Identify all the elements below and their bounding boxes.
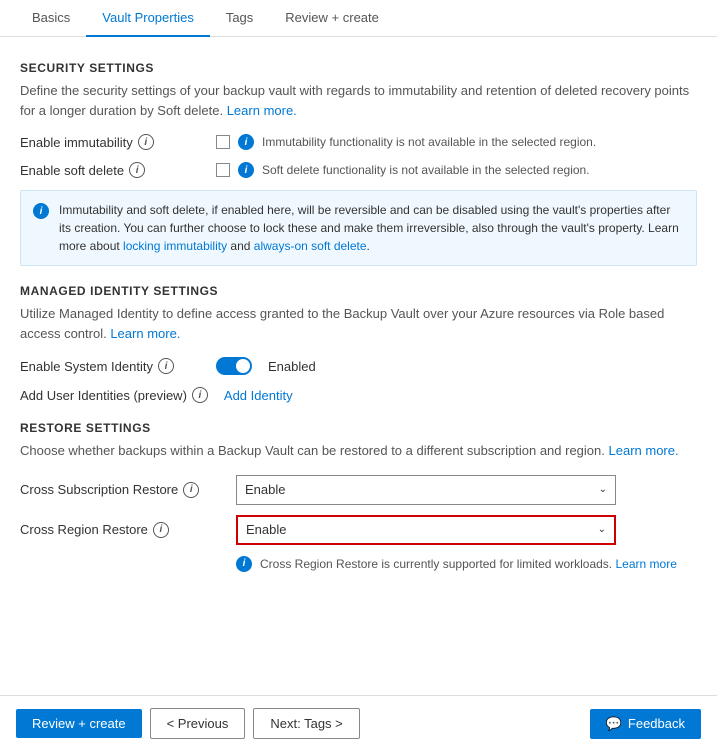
managed-identity-learn-more-link[interactable]: Learn more.: [110, 326, 180, 341]
enable-soft-delete-checkbox[interactable]: [216, 163, 230, 177]
main-content: SECURITY SETTINGS Define the security se…: [0, 37, 717, 695]
system-identity-toggle[interactable]: [216, 357, 252, 375]
enable-immutability-right: i Immutability functionality is not avai…: [216, 134, 596, 150]
enable-immutability-checkbox[interactable]: [216, 135, 230, 149]
security-info-box-icon: i: [33, 203, 49, 219]
immutability-unavailable-info-icon[interactable]: i: [238, 134, 254, 150]
enable-system-identity-label: Enable System Identity i: [20, 358, 200, 374]
security-info-box-text: Immutability and soft delete, if enabled…: [59, 201, 684, 255]
cross-subscription-info-icon[interactable]: i: [183, 482, 199, 498]
footer: Review + create < Previous Next: Tags > …: [0, 695, 717, 751]
security-learn-more-link[interactable]: Learn more.: [227, 103, 297, 118]
cross-subscription-restore-value: Enable: [245, 482, 285, 497]
add-user-identities-label: Add User Identities (preview) i: [20, 387, 208, 403]
restore-learn-more-link[interactable]: Learn more.: [609, 443, 679, 458]
cross-region-note-icon: i: [236, 556, 252, 572]
enable-soft-delete-label: Enable soft delete i: [20, 162, 200, 178]
tab-vault-properties[interactable]: Vault Properties: [86, 0, 210, 37]
restore-settings-section: RESTORE SETTINGS Choose whether backups …: [20, 421, 697, 573]
feedback-button[interactable]: 💬 Feedback: [590, 709, 701, 739]
previous-button[interactable]: < Previous: [150, 708, 246, 739]
system-identity-toggle-label: Enabled: [268, 359, 316, 374]
cross-subscription-restore-dropdown[interactable]: Enable ⌄: [236, 475, 616, 505]
system-identity-info-icon[interactable]: i: [158, 358, 174, 374]
managed-identity-title: MANAGED IDENTITY SETTINGS: [20, 284, 697, 298]
add-user-identities-info-icon[interactable]: i: [192, 387, 208, 403]
feedback-label: Feedback: [628, 716, 685, 731]
cross-subscription-chevron-icon: ⌄: [599, 484, 607, 495]
cross-region-note-text: Cross Region Restore is currently suppor…: [260, 555, 677, 573]
cross-region-restore-label: Cross Region Restore i: [20, 522, 220, 538]
add-identity-link[interactable]: Add Identity: [224, 388, 293, 403]
immutability-unavailable-text: Immutability functionality is not availa…: [262, 135, 596, 149]
restore-settings-title: RESTORE SETTINGS: [20, 421, 697, 435]
managed-identity-desc: Utilize Managed Identity to define acces…: [20, 304, 697, 343]
feedback-icon: 💬: [606, 716, 622, 732]
enable-immutability-info-icon[interactable]: i: [138, 134, 154, 150]
cross-subscription-restore-row: Cross Subscription Restore i Enable ⌄: [20, 475, 697, 505]
cross-region-chevron-icon: ⌄: [598, 524, 606, 535]
tabs-bar: Basics Vault Properties Tags Review + cr…: [0, 0, 717, 37]
security-info-box: i Immutability and soft delete, if enabl…: [20, 190, 697, 266]
cross-region-restore-value: Enable: [246, 522, 286, 537]
enable-soft-delete-row: Enable soft delete i i Soft delete funct…: [20, 162, 697, 178]
review-create-button[interactable]: Review + create: [16, 709, 142, 738]
tab-tags[interactable]: Tags: [210, 0, 269, 37]
restore-settings-desc: Choose whether backups within a Backup V…: [20, 441, 697, 461]
add-user-identities-right: Add Identity: [224, 388, 293, 403]
security-settings-title: SECURITY SETTINGS: [20, 61, 697, 75]
soft-delete-unavailable-info-icon[interactable]: i: [238, 162, 254, 178]
enable-soft-delete-info-icon[interactable]: i: [129, 162, 145, 178]
managed-identity-section: MANAGED IDENTITY SETTINGS Utilize Manage…: [20, 284, 697, 403]
security-settings-desc: Define the security settings of your bac…: [20, 81, 697, 120]
tab-review-create[interactable]: Review + create: [269, 0, 395, 37]
cross-region-info-icon[interactable]: i: [153, 522, 169, 538]
locking-immutability-link[interactable]: locking immutability: [123, 239, 227, 253]
enable-system-identity-row: Enable System Identity i Enabled: [20, 357, 697, 375]
next-tags-button[interactable]: Next: Tags >: [253, 708, 359, 739]
cross-region-note: i Cross Region Restore is currently supp…: [236, 555, 686, 573]
enable-immutability-label: Enable immutability i: [20, 134, 200, 150]
cross-region-learn-more-link[interactable]: Learn more: [616, 557, 677, 571]
enable-immutability-row: Enable immutability i i Immutability fun…: [20, 134, 697, 150]
cross-subscription-restore-label: Cross Subscription Restore i: [20, 482, 220, 498]
tab-basics[interactable]: Basics: [16, 0, 86, 37]
always-on-soft-delete-link[interactable]: always-on soft delete: [254, 239, 367, 253]
add-user-identities-row: Add User Identities (preview) i Add Iden…: [20, 387, 697, 403]
enable-soft-delete-right: i Soft delete functionality is not avail…: [216, 162, 590, 178]
soft-delete-unavailable-text: Soft delete functionality is not availab…: [262, 163, 590, 177]
cross-region-restore-dropdown[interactable]: Enable ⌄: [236, 515, 616, 545]
system-identity-right: Enabled: [216, 357, 316, 375]
security-settings-section: SECURITY SETTINGS Define the security se…: [20, 61, 697, 266]
cross-region-restore-row: Cross Region Restore i Enable ⌄: [20, 515, 697, 545]
